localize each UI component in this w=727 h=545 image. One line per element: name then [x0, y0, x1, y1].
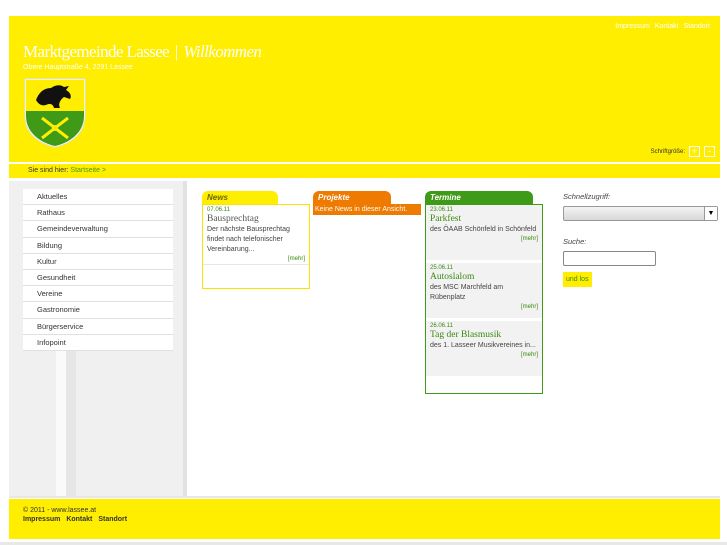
- nav-item-gastronomie[interactable]: Gastronomie: [23, 302, 173, 319]
- news-title[interactable]: Bausprechtag: [207, 214, 305, 224]
- news-item: 07.06.11 Bausprechtag Der nächste Bauspr…: [203, 205, 309, 265]
- event-date: 25.06.11: [430, 265, 453, 271]
- top-links: Impressum Kontakt Standort: [612, 23, 710, 30]
- nav-item-aktuelles[interactable]: Aktuelles: [23, 189, 173, 206]
- font-decrease-button[interactable]: -: [704, 146, 715, 157]
- site-footer: © 2011 - www.lassee.at Impressum Kontakt…: [9, 499, 720, 539]
- font-increase-button[interactable]: +: [689, 146, 700, 157]
- event-item: 26.06.11 Tag der Blasmusik des 1. Lassee…: [426, 321, 542, 379]
- search-input[interactable]: [563, 251, 656, 266]
- news-text: Der nächste Bausprechtag findet nach tel…: [207, 226, 290, 253]
- site-header: Impressum Kontakt Standort Marktgemeinde…: [9, 16, 720, 162]
- event-title[interactable]: Tag der Blasmusik: [430, 330, 538, 340]
- events-box: 23.06.11 Parkfest des ÖAAB Schönfeld in …: [425, 204, 543, 394]
- event-more-link[interactable]: [mehr]: [430, 352, 538, 358]
- event-text: des MSC Marchfeld am Rübenplatz: [430, 284, 504, 301]
- coat-of-arms-logo[interactable]: [24, 78, 86, 148]
- top-link-kontakt[interactable]: Kontakt: [655, 23, 679, 30]
- chevron-down-icon[interactable]: ▼: [704, 207, 717, 220]
- page-title: Willkommen: [183, 42, 262, 61]
- event-title[interactable]: Parkfest: [430, 214, 538, 224]
- nav-item-bildung[interactable]: Bildung: [23, 237, 173, 254]
- news-more-link[interactable]: [mehr]: [207, 256, 305, 262]
- breadcrumb: Sie sind hier: Startseite >: [9, 164, 720, 178]
- sidebar-decoration: [56, 351, 66, 496]
- title-separator: |: [174, 42, 178, 61]
- projects-panel: Projekte Keine News in dieser Ansicht.: [313, 191, 421, 215]
- breadcrumb-prefix: Sie sind hier:: [28, 167, 69, 174]
- font-size-control: Schriftgröße: + -: [651, 146, 715, 157]
- news-box: 07.06.11 Bausprechtag Der nächste Bauspr…: [202, 204, 310, 289]
- nav-item-buergerservice[interactable]: Bürgerservice: [23, 318, 173, 335]
- event-date: 23.06.11: [430, 207, 453, 213]
- event-more-link[interactable]: [mehr]: [430, 304, 538, 310]
- news-panel: News 07.06.11 Bausprechtag Der nächste B…: [202, 191, 310, 289]
- events-panel: Termine 23.06.11 Parkfest des ÖAAB Schön…: [425, 191, 543, 394]
- site-title: Marktgemeinde Lassee | Willkommen: [23, 42, 262, 62]
- event-text: des ÖAAB Schönfeld in Schönfeld: [430, 226, 537, 233]
- search-label: Suche:: [563, 237, 587, 246]
- quick-access-label: Schnellzugriff:: [563, 192, 611, 201]
- news-date: 07.06.11: [207, 207, 230, 213]
- events-tab[interactable]: Termine: [425, 191, 533, 204]
- footer-links: Impressum Kontakt Standort: [23, 516, 720, 523]
- breadcrumb-link-startseite[interactable]: Startseite: [70, 167, 100, 174]
- quick-access-select[interactable]: ▼: [563, 206, 718, 221]
- footer-link-kontakt[interactable]: Kontakt: [66, 516, 92, 523]
- sidebar-decoration: [66, 351, 76, 496]
- event-title[interactable]: Autoslalom: [430, 272, 538, 282]
- projects-empty-message: Keine News in dieser Ansicht.: [313, 204, 421, 215]
- copyright: © 2011 - www.lassee.at: [23, 507, 97, 514]
- footer-link-impressum[interactable]: Impressum: [23, 516, 60, 523]
- breadcrumb-suffix: >: [101, 167, 107, 174]
- nav-item-infopoint[interactable]: Infopoint: [23, 334, 173, 351]
- event-item: 23.06.11 Parkfest des ÖAAB Schönfeld in …: [426, 205, 542, 263]
- footer-divider: [9, 496, 720, 498]
- news-tab[interactable]: News: [202, 191, 278, 204]
- event-more-link[interactable]: [mehr]: [430, 236, 538, 242]
- sidebar: Aktuelles Rathaus Gemeindeverwaltung Bil…: [9, 181, 187, 496]
- nav-item-rathaus[interactable]: Rathaus: [23, 205, 173, 222]
- right-column: Schnellzugriff: ▼ Suche: und los: [563, 192, 721, 287]
- font-size-label: Schriftgröße:: [650, 148, 685, 155]
- event-item: 25.06.11 Autoslalom des MSC Marchfeld am…: [426, 263, 542, 321]
- event-date: 26.06.11: [430, 323, 453, 329]
- address: Obere Hauptstraße 4, 2291 Lassee: [23, 64, 133, 71]
- site-name: Marktgemeinde Lassee: [23, 42, 170, 61]
- footer-link-standort[interactable]: Standort: [98, 516, 127, 523]
- nav-item-vereine[interactable]: Vereine: [23, 286, 173, 303]
- nav-item-kultur[interactable]: Kultur: [23, 253, 173, 270]
- nav-item-gemeindeverwaltung[interactable]: Gemeindeverwaltung: [23, 221, 173, 238]
- top-link-impressum[interactable]: Impressum: [615, 23, 650, 30]
- main-navigation: Aktuelles Rathaus Gemeindeverwaltung Bil…: [23, 189, 173, 351]
- nav-item-gesundheit[interactable]: Gesundheit: [23, 269, 173, 287]
- projects-tab[interactable]: Projekte: [313, 191, 391, 204]
- search-submit-button[interactable]: und los: [563, 272, 592, 287]
- event-text: des 1. Lasseer Musikvereines in...: [430, 342, 536, 349]
- top-link-standort[interactable]: Standort: [684, 23, 710, 30]
